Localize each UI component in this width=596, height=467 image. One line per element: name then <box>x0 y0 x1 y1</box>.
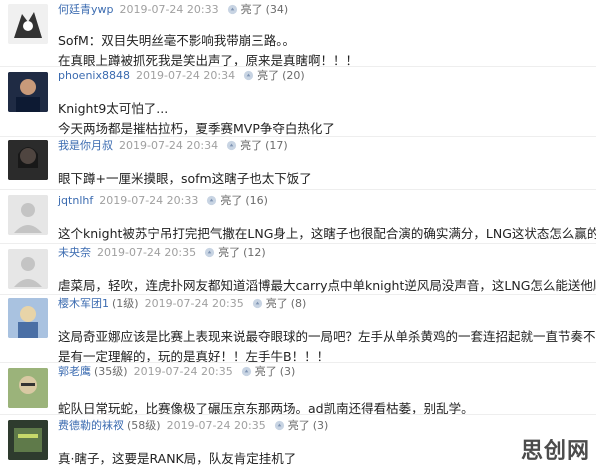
like-icon <box>244 70 254 80</box>
like-label: 亮了 <box>257 69 280 82</box>
comment-text: 真·瞎子，这要是RANK局，队友肯定挂机了 <box>58 451 297 466</box>
like-label: 亮了 <box>220 194 243 207</box>
username[interactable]: 我是你月叔 <box>58 137 113 153</box>
user-level: (35级) <box>94 365 128 378</box>
username[interactable]: phoenix8848 <box>58 69 130 82</box>
comment-text: Knight9太可怕了... <box>58 101 169 116</box>
comment-text: 这局奇亚娜应该是比赛上表现来说最夺眼球的一局吧？左手从单杀黄鸡的一套连招起就一直… <box>58 329 596 344</box>
timestamp: 2019-07-24 20:35 <box>133 364 233 378</box>
user-level: (1级) <box>112 297 139 310</box>
user-level: (58级) <box>127 419 161 432</box>
like-count: (16) <box>245 193 268 207</box>
comment-text: SofM：双目失明丝毫不影响我带崩三路。。 <box>58 33 296 48</box>
timestamp: 2019-07-24 20:34 <box>135 68 236 82</box>
like-count: (20) <box>282 68 305 82</box>
like-button[interactable]: 亮了 (8) <box>252 295 307 311</box>
like-label: 亮了 <box>254 365 277 378</box>
like-count: (34) <box>265 2 289 16</box>
timestamp: 2019-07-24 20:35 <box>144 296 244 310</box>
comment-text: 虐菜局，轻吹，连虎扑网友都知道滔博最大carry点中单knight逆风局没声音，… <box>58 278 596 293</box>
avatar[interactable] <box>8 249 48 289</box>
like-button[interactable]: 亮了 (12) <box>204 244 266 260</box>
like-label: 亮了 <box>287 419 310 432</box>
avatar[interactable] <box>8 4 48 44</box>
like-label: 亮了 <box>240 3 263 16</box>
like-label: 亮了 <box>218 246 241 259</box>
like-icon <box>207 195 217 205</box>
like-icon <box>227 140 237 150</box>
username[interactable]: jqtnlhf <box>58 194 93 207</box>
timestamp: 2019-07-24 20:33 <box>99 193 199 207</box>
like-button[interactable]: 亮了 (16) <box>206 192 268 208</box>
like-count: (8) <box>290 296 307 310</box>
avatar[interactable] <box>8 420 48 460</box>
watermark-logo: 思创网 <box>520 439 590 464</box>
username[interactable]: 费德勒的袜衩 <box>58 417 124 433</box>
like-icon <box>205 247 215 257</box>
timestamp: 2019-07-24 20:35 <box>166 418 266 432</box>
avatar[interactable] <box>8 72 48 112</box>
username[interactable]: 何廷青ywp <box>58 1 114 17</box>
avatar[interactable] <box>8 298 48 338</box>
like-button[interactable]: 亮了 (34) <box>227 1 289 17</box>
like-label: 亮了 <box>265 297 288 310</box>
like-button[interactable]: 亮了 (20) <box>243 67 305 83</box>
like-label: 亮了 <box>240 139 263 152</box>
timestamp: 2019-07-24 20:34 <box>119 138 219 152</box>
like-count: (3) <box>279 364 296 378</box>
like-icon <box>252 298 262 308</box>
comment-text: 这个knight被苏宁吊打完把气撒在LNG身上，这瞎子也很配合演的确实满分，LN… <box>58 226 596 241</box>
avatar[interactable] <box>8 368 48 408</box>
like-count: (3) <box>312 418 329 432</box>
timestamp: 2019-07-24 20:33 <box>119 2 219 16</box>
comment-text: 今天两场都是摧枯拉朽，夏季赛MVP争夺白热化了 <box>58 121 335 136</box>
comment-text: 眼下蹲+一厘米摸眼，sofm这瞎子也太下饭了 <box>58 171 312 186</box>
username[interactable]: 未央奈 <box>58 244 91 260</box>
like-icon <box>227 4 237 14</box>
avatar[interactable] <box>8 195 48 235</box>
timestamp: 2019-07-24 20:35 <box>97 245 197 259</box>
avatar[interactable] <box>8 140 48 180</box>
like-button[interactable]: 亮了 (3) <box>274 417 329 433</box>
like-icon <box>274 420 284 430</box>
like-count: (17) <box>265 138 288 152</box>
username[interactable]: 郭老鹰 <box>58 363 91 379</box>
like-icon <box>241 366 251 376</box>
divider <box>0 414 596 415</box>
divider <box>0 189 596 190</box>
like-button[interactable]: 亮了 (3) <box>241 363 296 379</box>
username[interactable]: 樱木军团1 <box>58 295 109 311</box>
like-count: (12) <box>243 245 266 259</box>
like-button[interactable]: 亮了 (17) <box>226 137 288 153</box>
